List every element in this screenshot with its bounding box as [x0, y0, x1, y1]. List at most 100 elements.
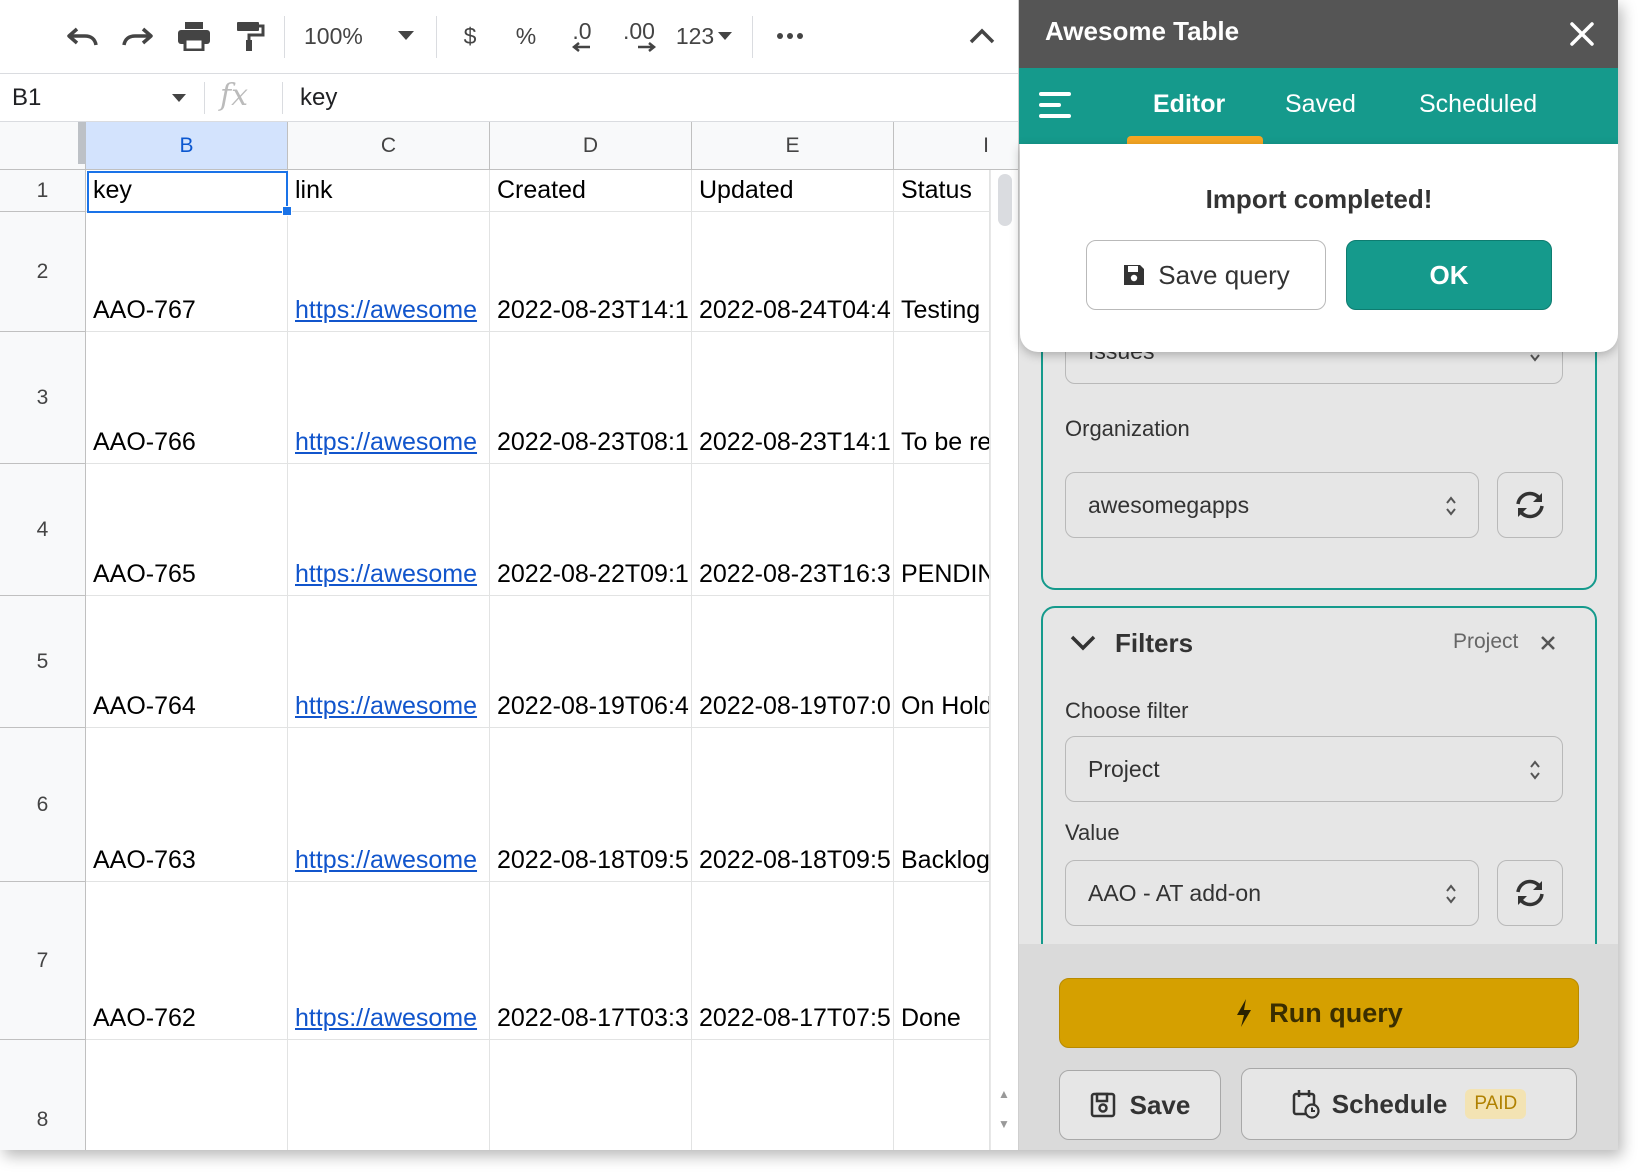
- tab-scheduled[interactable]: Scheduled: [1419, 90, 1537, 119]
- more-options-icon[interactable]: [768, 14, 812, 58]
- formula-input[interactable]: key: [300, 74, 337, 122]
- table-cell[interactable]: To be re: [894, 332, 990, 464]
- remove-filter-icon[interactable]: [1539, 634, 1557, 652]
- table-cell[interactable]: On Hold: [894, 596, 990, 728]
- chevron-down-icon[interactable]: [1069, 634, 1097, 652]
- table-cell[interactable]: 2022-08-17T03:3: [490, 882, 692, 1040]
- table-cell[interactable]: AAO-766: [86, 332, 288, 464]
- ok-button[interactable]: OK: [1346, 240, 1552, 310]
- organization-select[interactable]: awesomegapps: [1065, 472, 1479, 538]
- row-header-1[interactable]: 1: [0, 170, 86, 212]
- refresh-value-button[interactable]: [1497, 860, 1563, 926]
- table-cell[interactable]: AAO-763: [86, 728, 288, 882]
- currency-format-button[interactable]: $: [452, 14, 488, 58]
- table-cell[interactable]: 2022-08-22T09:1: [490, 464, 692, 596]
- vertical-scrollbar[interactable]: [990, 170, 1018, 1150]
- save-button[interactable]: Save: [1059, 1070, 1221, 1140]
- formula-divider: [204, 82, 205, 114]
- formula-bar: B1 fx key: [0, 74, 1018, 122]
- column-header-e[interactable]: E: [692, 122, 894, 170]
- table-cell[interactable]: AAO-765: [86, 464, 288, 596]
- menu-icon[interactable]: [1039, 90, 1073, 120]
- table-link-cell[interactable]: https://awesome: [288, 332, 490, 464]
- table-cell[interactable]: [894, 1040, 990, 1150]
- table-cell[interactable]: 2022-08-19T07:0: [692, 596, 894, 728]
- table-cell[interactable]: Done: [894, 882, 990, 1040]
- increase-decimal-button[interactable]: .00: [614, 14, 664, 58]
- table-cell[interactable]: AAO-767: [86, 212, 288, 332]
- table-cell[interactable]: 2022-08-18T09:5: [490, 728, 692, 882]
- table-cell[interactable]: AAO-764: [86, 596, 288, 728]
- row-header-3[interactable]: 3: [0, 332, 86, 464]
- table-cell[interactable]: [490, 1040, 692, 1150]
- save-query-button[interactable]: Save query: [1086, 240, 1326, 310]
- table-link-cell[interactable]: https://awesome: [288, 212, 490, 332]
- table-link-cell[interactable]: https://awesome: [288, 596, 490, 728]
- table-cell[interactable]: 2022-08-18T09:5: [692, 728, 894, 882]
- zoom-select[interactable]: 100%: [304, 14, 384, 58]
- table-cell[interactable]: 2022-08-24T04:4: [692, 212, 894, 332]
- table-cell[interactable]: 2022-08-23T16:3: [692, 464, 894, 596]
- cell-c1[interactable]: link: [288, 170, 490, 212]
- print-icon[interactable]: [172, 14, 216, 58]
- row-header-6[interactable]: 6: [0, 728, 86, 882]
- table-link-cell[interactable]: https://awesome: [288, 728, 490, 882]
- table-cell[interactable]: [692, 1040, 894, 1150]
- run-query-button[interactable]: Run query: [1059, 978, 1579, 1048]
- close-icon[interactable]: [1564, 16, 1600, 52]
- refresh-icon: [1516, 491, 1544, 519]
- cell-i1[interactable]: Status: [894, 170, 990, 212]
- fill-handle[interactable]: [282, 206, 292, 216]
- scrollbar-thumb[interactable]: [998, 174, 1012, 226]
- row-header-2[interactable]: 2: [0, 212, 86, 332]
- column-header-i[interactable]: I: [894, 122, 1018, 170]
- increase-decimal-label: .00: [623, 18, 655, 44]
- calendar-clock-icon: [1292, 1090, 1320, 1119]
- column-header-c[interactable]: C: [288, 122, 490, 170]
- tab-editor[interactable]: Editor: [1153, 90, 1225, 119]
- table-cell[interactable]: Testing: [894, 212, 990, 332]
- table-link-cell[interactable]: https://awesome: [288, 464, 490, 596]
- schedule-button[interactable]: Schedule PAID: [1241, 1068, 1577, 1140]
- scroll-up-icon[interactable]: ▲: [990, 1080, 1018, 1108]
- column-header-d[interactable]: D: [490, 122, 692, 170]
- row-header-8[interactable]: 8: [0, 1040, 86, 1150]
- row-header-7[interactable]: 7: [0, 882, 86, 1040]
- table-cell[interactable]: Backlog: [894, 728, 990, 882]
- zoom-dropdown-icon[interactable]: [394, 14, 418, 58]
- number-format-select[interactable]: 123: [672, 14, 736, 58]
- decrease-decimal-button[interactable]: .0: [558, 14, 606, 58]
- name-box-dropdown-icon[interactable]: [172, 94, 186, 102]
- cell-d1[interactable]: Created: [490, 170, 692, 212]
- collapse-toolbar-icon[interactable]: [960, 14, 1004, 58]
- scroll-down-icon[interactable]: ▼: [990, 1110, 1018, 1138]
- freeze-handle[interactable]: [78, 122, 86, 164]
- tab-saved[interactable]: Saved: [1285, 90, 1356, 119]
- table-cell[interactable]: 2022-08-19T06:4: [490, 596, 692, 728]
- paint-format-icon[interactable]: [228, 14, 272, 58]
- table-cell[interactable]: 2022-08-23T14:1: [692, 332, 894, 464]
- select-arrows-icon: [1446, 884, 1456, 904]
- table-cell[interactable]: 2022-08-17T07:5: [692, 882, 894, 1040]
- select-all-corner[interactable]: [0, 122, 86, 170]
- table-link-cell[interactable]: https://awesome: [288, 882, 490, 1040]
- row-header-5[interactable]: 5: [0, 596, 86, 728]
- percent-format-button[interactable]: %: [508, 14, 544, 58]
- table-cell[interactable]: PENDIN: [894, 464, 990, 596]
- table-cell[interactable]: 2022-08-23T14:1: [490, 212, 692, 332]
- refresh-organization-button[interactable]: [1497, 472, 1563, 538]
- undo-icon[interactable]: [60, 14, 104, 58]
- cell-b1[interactable]: key: [86, 170, 288, 212]
- popup-message: Import completed!: [1205, 184, 1433, 214]
- redo-icon[interactable]: [116, 14, 160, 58]
- value-select[interactable]: AAO - AT add-on: [1065, 860, 1479, 926]
- table-cell[interactable]: 2022-08-23T08:1: [490, 332, 692, 464]
- row-header-4[interactable]: 4: [0, 464, 86, 596]
- table-cell[interactable]: [288, 1040, 490, 1150]
- column-header-b[interactable]: B: [86, 122, 288, 170]
- cell-e1[interactable]: Updated: [692, 170, 894, 212]
- table-cell[interactable]: AAO-762: [86, 882, 288, 1040]
- table-cell[interactable]: [86, 1040, 288, 1150]
- name-box[interactable]: B1: [0, 74, 198, 122]
- choose-filter-select[interactable]: Project: [1065, 736, 1563, 802]
